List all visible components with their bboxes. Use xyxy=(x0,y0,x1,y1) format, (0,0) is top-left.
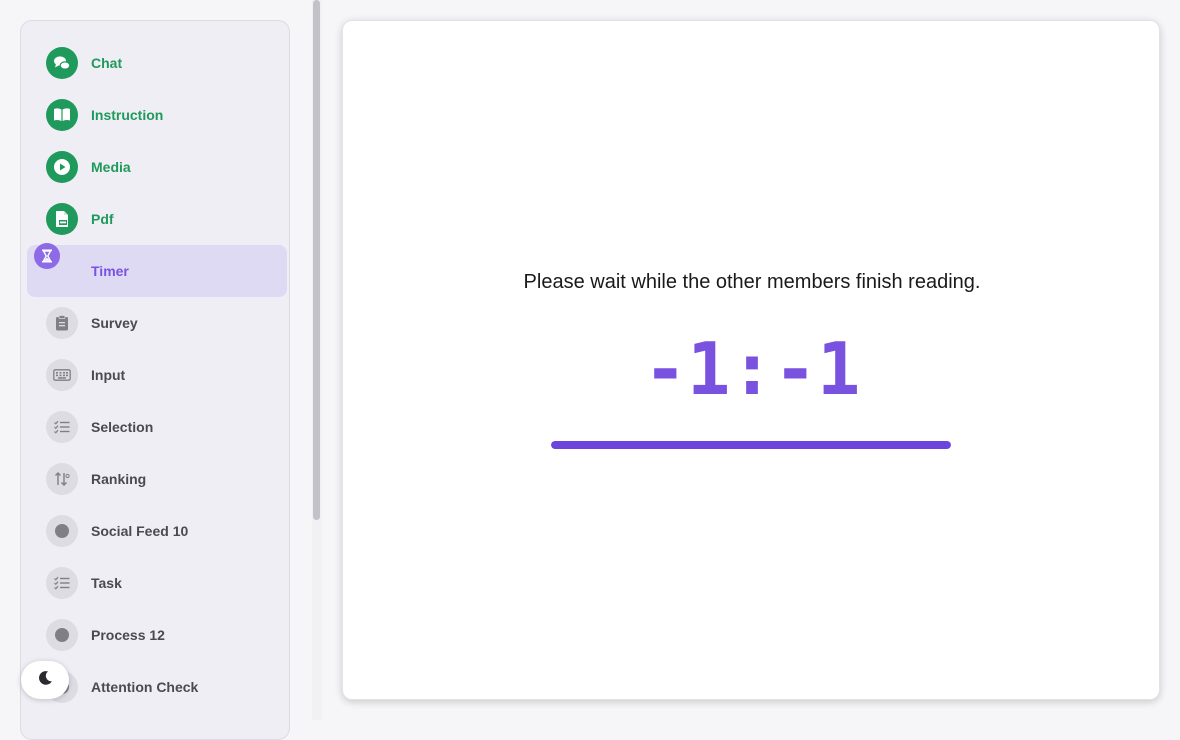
sidebar-item-selection[interactable]: Selection xyxy=(27,401,287,453)
sidebar-item-instruction[interactable]: Instruction xyxy=(27,89,287,141)
dot-icon xyxy=(46,515,78,547)
sidebar-item-label: Task xyxy=(91,575,122,591)
wait-message: Please wait while the other members fini… xyxy=(523,271,981,293)
sidebar-item-social-feed[interactable]: Social Feed 10 xyxy=(27,505,287,557)
sidebar-item-label: Survey xyxy=(91,315,138,331)
moon-icon xyxy=(37,670,53,691)
chat-bubbles-icon xyxy=(46,47,78,79)
sidebar-item-input[interactable]: Input xyxy=(27,349,287,401)
sidebar-scrollbar-thumb[interactable] xyxy=(313,0,320,520)
sidebar-item-label: Timer xyxy=(91,263,129,279)
clipboard-icon xyxy=(46,307,78,339)
sidebar-item-media[interactable]: Media xyxy=(27,141,287,193)
progress-bar xyxy=(551,441,951,449)
sidebar-item-label: Instruction xyxy=(91,107,164,123)
checklist-icon xyxy=(46,567,78,599)
countdown-timer: -1:-1 xyxy=(643,327,861,411)
theme-toggle-button[interactable] xyxy=(21,661,69,699)
sidebar-item-label: Ranking xyxy=(91,471,147,487)
sidebar-item-process[interactable]: Process 12 xyxy=(27,609,287,661)
checklist-icon xyxy=(46,411,78,443)
sidebar-item-chat[interactable]: Chat xyxy=(27,37,287,89)
hourglass-icon xyxy=(34,243,60,269)
dot-icon xyxy=(46,619,78,651)
keyboard-icon xyxy=(46,359,78,391)
pdf-file-icon xyxy=(46,203,78,235)
sidebar-item-label: Pdf xyxy=(91,211,114,227)
sidebar-item-label: Social Feed 10 xyxy=(91,523,189,539)
sidebar-item-label: Media xyxy=(91,159,131,175)
sidebar-item-label: Selection xyxy=(91,419,154,435)
sort-arrows-icon xyxy=(46,463,78,495)
sidebar-item-timer[interactable]: Timer xyxy=(27,243,287,297)
sidebar: Chat Instruction Media Pdf Timer Survey xyxy=(20,20,290,740)
timer-panel: Please wait while the other members fini… xyxy=(342,20,1160,700)
sidebar-item-survey[interactable]: Survey xyxy=(27,297,287,349)
progress-bar-fill xyxy=(551,441,951,449)
sidebar-item-label: Process 12 xyxy=(91,627,165,643)
sidebar-item-pdf[interactable]: Pdf xyxy=(27,193,287,245)
book-open-icon xyxy=(46,99,78,131)
sidebar-item-label: Input xyxy=(91,367,126,383)
play-icon xyxy=(46,151,78,183)
sidebar-item-task[interactable]: Task xyxy=(27,557,287,609)
sidebar-item-label: Attention Check xyxy=(91,679,199,695)
sidebar-item-label: Chat xyxy=(91,55,123,71)
sidebar-item-ranking[interactable]: Ranking xyxy=(27,453,287,505)
